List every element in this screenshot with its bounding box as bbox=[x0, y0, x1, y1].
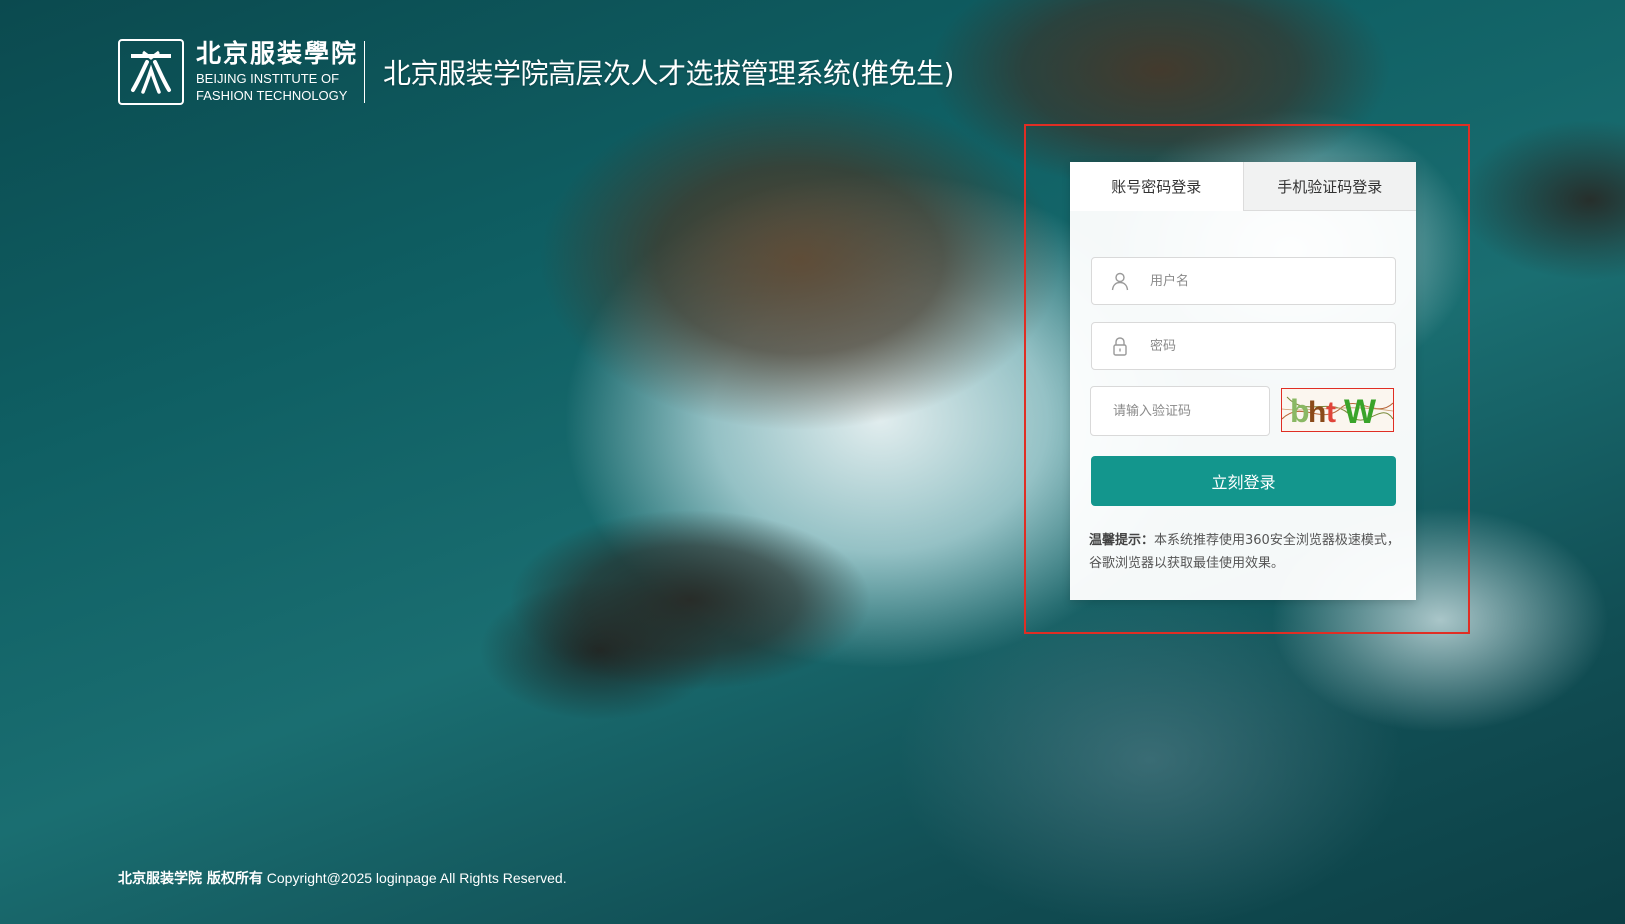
header-divider bbox=[364, 41, 366, 103]
username-input[interactable] bbox=[1148, 272, 1372, 290]
password-input[interactable] bbox=[1148, 337, 1372, 355]
site-header: 北京服装學院 BEIJING INSTITUTE OF FASHION TECH… bbox=[118, 39, 954, 105]
captcha-input[interactable] bbox=[1111, 402, 1265, 420]
browser-tip: 温馨提示：本系统推荐使用360安全浏览器极速模式，谷歌浏览器以获取最佳使用效果。 bbox=[1089, 529, 1401, 575]
logo-english-line-1: BEIJING INSTITUTE OF bbox=[196, 70, 340, 86]
logo-text: 北京服装學院 BEIJING INSTITUTE OF FASHION TECH… bbox=[196, 41, 358, 104]
captcha-char: t bbox=[1326, 396, 1336, 429]
captcha-char: b bbox=[1290, 393, 1310, 429]
captcha-char: h bbox=[1308, 396, 1326, 429]
lock-icon bbox=[1110, 336, 1130, 356]
user-icon bbox=[1110, 271, 1130, 291]
logo-chinese-name: 北京服装學院 bbox=[196, 38, 359, 68]
tab-sms-code[interactable]: 手机验证码登录 bbox=[1242, 162, 1416, 211]
system-title: 北京服装学院高层次人才选拔管理系统(推免生) bbox=[383, 57, 954, 90]
password-field bbox=[1091, 322, 1396, 370]
bift-emblem-icon bbox=[118, 39, 184, 105]
footer-copyright: Copyright@2025 loginpage All Rights Rese… bbox=[266, 870, 567, 886]
captcha-field bbox=[1090, 386, 1270, 436]
captcha-image[interactable]: b h t W bbox=[1281, 388, 1394, 432]
username-field bbox=[1091, 257, 1396, 305]
tip-label: 温馨提示： bbox=[1089, 533, 1155, 548]
footer: 北京服装学院 版权所有 Copyright@2025 loginpage All… bbox=[118, 868, 567, 888]
login-tabs: 账号密码登录 手机验证码登录 bbox=[1070, 162, 1416, 211]
logo-english-line-2: FASHION TECHNOLOGY bbox=[196, 87, 348, 103]
login-button[interactable]: 立刻登录 bbox=[1091, 456, 1396, 506]
captcha-char: W bbox=[1344, 393, 1377, 431]
login-panel: 账号密码登录 手机验证码登录 b h bbox=[1070, 162, 1416, 600]
footer-owner: 北京服装学院 版权所有 bbox=[118, 871, 263, 887]
tab-account-password[interactable]: 账号密码登录 bbox=[1070, 162, 1243, 211]
